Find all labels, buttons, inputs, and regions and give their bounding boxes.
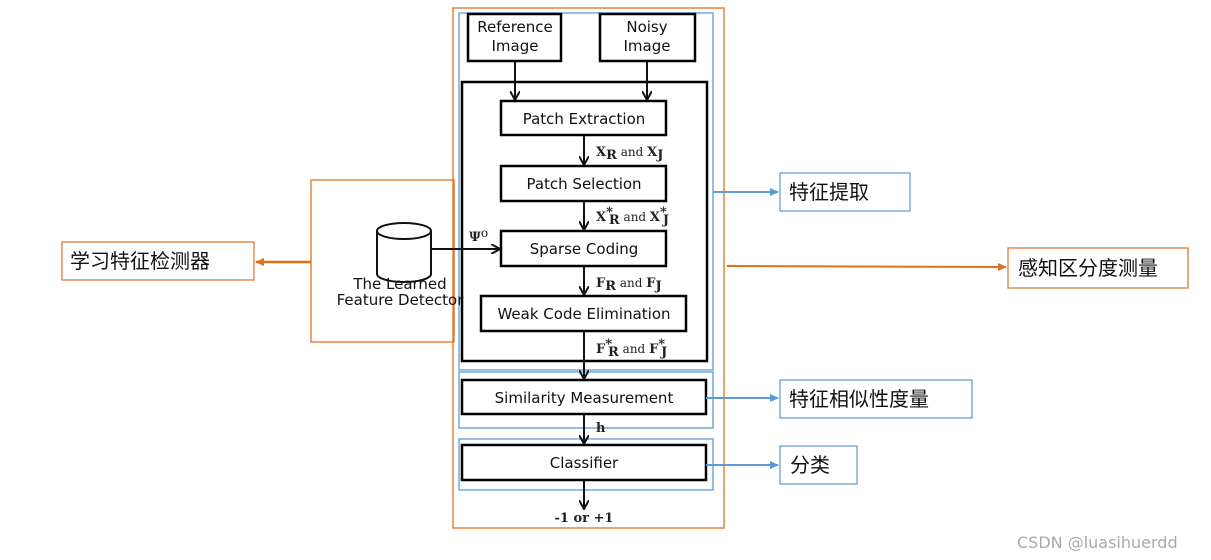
arrow-perceptual [726,262,1007,271]
patch-extraction-label: Patch Extraction [523,110,646,128]
reference-label-2: Image [492,37,539,55]
weak-code-label: Weak Code Elimination [497,305,670,323]
detector-label-2: Feature Detector [337,291,465,309]
noisy-label-1: Noisy [626,18,667,36]
label-x: XR and XJ [596,145,663,163]
annotation-extraction: 特征提取 [789,180,869,204]
annotation-similarity: 特征相似性度量 [789,387,929,411]
patch-selection-label: Patch Selection [526,175,641,193]
database-icon [376,222,432,283]
annotation-learned: 学习特征检测器 [70,249,210,273]
label-psi: Ψo [469,226,488,245]
noisy-label-2: Image [624,37,671,55]
reference-label-1: Reference [477,18,553,36]
diagram: Reference Image Noisy Image Patch Extrac… [61,7,1189,552]
label-xs: X* R and X* J [596,205,669,228]
label-fs: F* R and F* J [596,337,667,360]
annotation-classification: 分类 [790,453,830,477]
classifier-label: Classifier [550,454,619,472]
output-label: -1 or +1 [555,511,614,526]
similarity-label: Similarity Measurement [495,389,674,407]
watermark: CSDN @luasihuerdd [1017,533,1178,552]
annotation-perceptual: 感知区分度测量 [1018,256,1158,280]
label-f: FR and FJ [596,276,662,294]
label-h: h [596,421,606,436]
sparse-coding-label: Sparse Coding [530,240,639,258]
